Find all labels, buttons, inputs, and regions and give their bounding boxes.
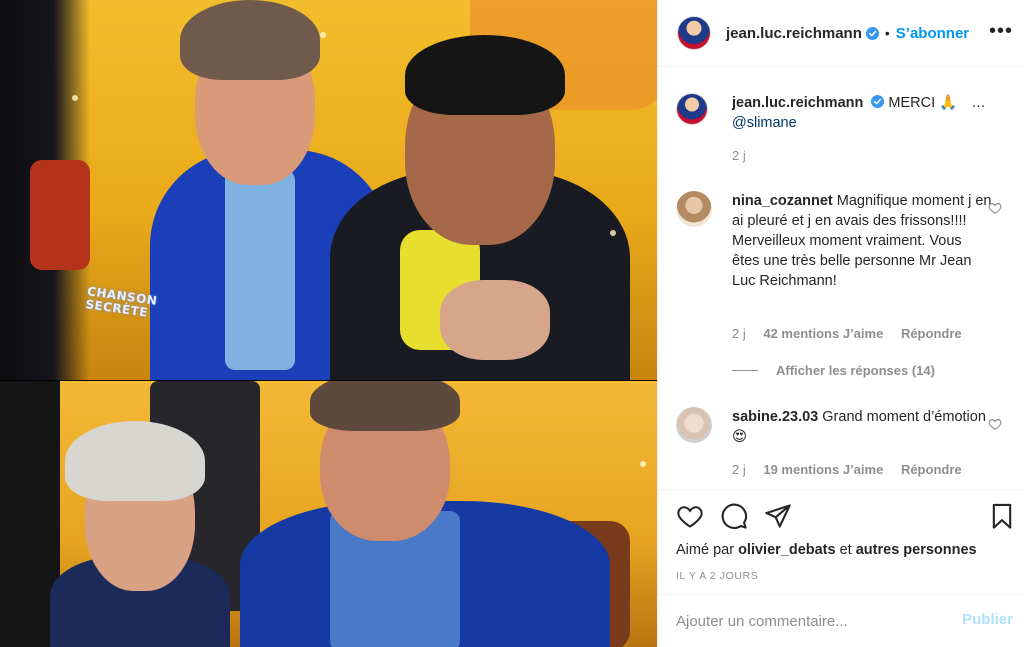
caption-mention[interactable]: @slimane xyxy=(732,115,797,131)
more-dots-icon[interactable]: ••• xyxy=(989,20,1013,43)
comment-item: nina_cozannet Magnifique moment j en ai … xyxy=(676,191,1016,351)
post-actions: Aimé par olivier_debats et autres person… xyxy=(658,489,1024,594)
comment-time[interactable]: 2 j xyxy=(732,462,746,477)
separator-dot: • xyxy=(884,25,890,41)
liked-by: Aimé par olivier_debats et autres person… xyxy=(676,542,977,558)
comment-time[interactable]: 2 j xyxy=(732,326,746,341)
comment-meta: 2 j 42 mentions J’aime Répondre xyxy=(732,326,976,341)
post-media[interactable]: CHANSON SECRÈTE xyxy=(0,0,657,647)
publish-button[interactable]: Publier xyxy=(962,611,1013,628)
comment-meta: 2 j 19 mentions J’aime Répondre xyxy=(732,462,976,477)
comment-username[interactable]: nina_cozannet xyxy=(732,193,833,209)
commenter-avatar[interactable] xyxy=(676,191,712,227)
reply-button[interactable]: Répondre xyxy=(901,326,962,341)
tv-show-logo: CHANSON SECRÈTE xyxy=(85,284,159,321)
comment-composer: Publier xyxy=(658,594,1024,647)
post-photo-top: CHANSON SECRÈTE xyxy=(0,0,657,380)
post-caption: jean.luc.reichmann MERCI 🙏 … @slimane 2 … xyxy=(676,93,1016,173)
verified-badge-icon xyxy=(871,95,885,108)
heart-icon[interactable] xyxy=(676,502,704,530)
liked-by-user[interactable]: olivier_debats xyxy=(738,542,836,558)
author-avatar[interactable] xyxy=(677,16,711,50)
view-replies-label[interactable]: Afficher les réponses (14) xyxy=(776,363,935,378)
liked-by-others[interactable]: autres personnes xyxy=(856,542,977,558)
comment-item: sabine.23.03 Grand moment d’émotion 😍 2 … xyxy=(676,407,1016,487)
verified-badge-icon xyxy=(865,26,879,40)
caption-text: MERCI 🙏 xyxy=(888,95,958,111)
caption-meta: 2 j xyxy=(732,148,760,163)
paper-plane-icon[interactable] xyxy=(764,502,792,530)
comments-section[interactable]: jean.luc.reichmann MERCI 🙏 … @slimane 2 … xyxy=(658,67,1024,489)
comment-like-icon[interactable] xyxy=(988,201,1002,215)
post-header: jean.luc.reichmann • S’abonner ••• xyxy=(658,0,1024,67)
comment-input[interactable] xyxy=(676,609,946,633)
caption-time[interactable]: 2 j xyxy=(732,148,746,163)
post-side-panel: jean.luc.reichmann • S’abonner ••• jean.… xyxy=(657,0,1024,647)
caption-author[interactable]: jean.luc.reichmann xyxy=(732,95,863,111)
commenter-avatar[interactable] xyxy=(676,407,712,443)
liked-by-prefix: Aimé par xyxy=(676,542,735,558)
liked-by-and: et xyxy=(839,542,852,558)
bookmark-icon[interactable] xyxy=(988,502,1016,530)
comment-likes[interactable]: 42 mentions J’aime xyxy=(763,326,883,341)
caption-author-avatar[interactable] xyxy=(676,93,708,125)
author-username[interactable]: jean.luc.reichmann xyxy=(726,25,862,42)
caption-more[interactable]: … xyxy=(971,95,986,111)
view-replies-button[interactable]: Afficher les réponses (14) xyxy=(732,363,935,378)
reply-button[interactable]: Répondre xyxy=(901,462,962,477)
comment-likes[interactable]: 19 mentions J’aime xyxy=(763,462,883,477)
comment-icon[interactable] xyxy=(720,502,748,530)
replies-divider xyxy=(732,370,758,371)
comment-username[interactable]: sabine.23.03 xyxy=(732,409,818,425)
post-date[interactable]: IL Y A 2 JOURS xyxy=(676,570,758,582)
post-photo-bottom xyxy=(0,381,657,647)
follow-button[interactable]: S’abonner xyxy=(896,25,969,42)
comment-like-icon[interactable] xyxy=(988,417,1002,431)
